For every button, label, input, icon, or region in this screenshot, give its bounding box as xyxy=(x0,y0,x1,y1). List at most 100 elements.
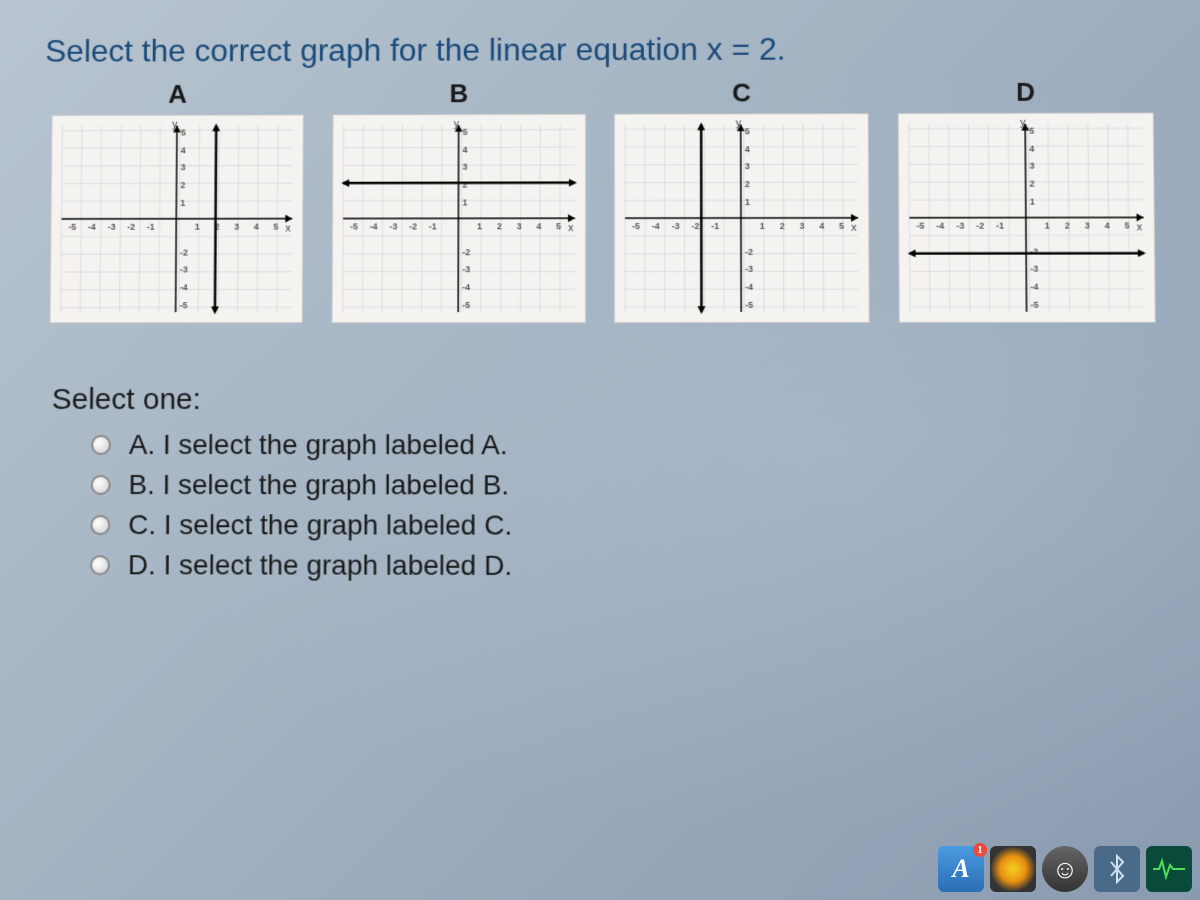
radio-c[interactable] xyxy=(90,515,110,535)
select-one-prompt: Select one: xyxy=(52,383,1164,417)
svg-text:3: 3 xyxy=(180,163,185,173)
svg-text:-1: -1 xyxy=(147,222,155,232)
option-a[interactable]: A. I select the graph labeled A. xyxy=(91,429,1164,462)
svg-text:4: 4 xyxy=(820,221,825,231)
svg-text:-2: -2 xyxy=(127,222,135,232)
svg-text:4: 4 xyxy=(1105,220,1110,230)
svg-text:3: 3 xyxy=(1030,161,1035,171)
app-icon[interactable]: A1 xyxy=(938,846,984,892)
graph-d: yx -5-4-3-2-1 12345 54321 -2-3-4-5 xyxy=(898,112,1156,322)
bluetooth-icon[interactable] xyxy=(1094,846,1140,892)
svg-text:5: 5 xyxy=(462,127,467,137)
svg-text:-5: -5 xyxy=(632,221,640,231)
svg-text:3: 3 xyxy=(800,221,805,231)
option-a-label: A. I select the graph labeled A. xyxy=(129,429,508,461)
svg-text:5: 5 xyxy=(840,221,845,231)
svg-text:1: 1 xyxy=(477,221,482,231)
svg-text:4: 4 xyxy=(181,145,186,155)
svg-text:-5: -5 xyxy=(350,221,358,231)
svg-text:5: 5 xyxy=(745,126,750,136)
plot-line-a xyxy=(215,125,216,312)
svg-text:2: 2 xyxy=(780,221,785,231)
graph-b: yx -5-4-3-2-1 12345 54321 -2-3-4-5 xyxy=(331,114,585,323)
svg-text:-2: -2 xyxy=(692,221,700,231)
face-icon[interactable]: ☺ xyxy=(1042,846,1088,892)
svg-text:2: 2 xyxy=(180,180,185,190)
svg-text:-3: -3 xyxy=(672,221,680,231)
svg-text:-5: -5 xyxy=(1031,300,1039,310)
svg-text:-2: -2 xyxy=(462,247,470,257)
svg-text:-4: -4 xyxy=(369,221,377,231)
y-axis-label: y xyxy=(172,119,178,131)
svg-text:2: 2 xyxy=(745,179,750,189)
option-c[interactable]: C. I select the graph labeled C. xyxy=(90,509,1165,543)
svg-text:5: 5 xyxy=(556,221,561,231)
svg-text:1: 1 xyxy=(745,197,750,207)
svg-text:4: 4 xyxy=(462,144,467,154)
graph-d-container: D yx -5-4-3-2-1 12345 54321 -2-3-4-5 xyxy=(891,77,1163,323)
radio-a[interactable] xyxy=(91,435,111,455)
svg-text:-5: -5 xyxy=(917,221,925,231)
svg-text:5: 5 xyxy=(1029,125,1034,135)
graph-c: yx -5-4-3-2-1 12345 54321 -2-3-4-5 xyxy=(614,113,870,323)
svg-text:-4: -4 xyxy=(936,221,944,231)
svg-text:-3: -3 xyxy=(1030,264,1038,274)
svg-text:1: 1 xyxy=(180,198,185,208)
svg-text:1: 1 xyxy=(462,198,467,208)
svg-text:-1: -1 xyxy=(996,220,1004,230)
svg-text:-3: -3 xyxy=(107,222,115,232)
svg-text:-4: -4 xyxy=(180,283,188,293)
svg-text:2: 2 xyxy=(1065,220,1070,230)
svg-text:-4: -4 xyxy=(462,282,470,292)
svg-text:x: x xyxy=(568,222,574,234)
svg-text:4: 4 xyxy=(745,144,750,154)
svg-text:x: x xyxy=(1137,221,1143,233)
svg-text:y: y xyxy=(1020,117,1026,129)
graph-c-container: C yx -5-4-3-2-1 12345 54321 -2-3-4-5 xyxy=(607,77,876,323)
svg-text:-2: -2 xyxy=(180,247,188,257)
svg-text:-4: -4 xyxy=(88,222,96,232)
svg-text:-2: -2 xyxy=(976,221,984,231)
svg-text:4: 4 xyxy=(254,221,259,231)
svg-text:-5: -5 xyxy=(68,222,76,232)
svg-text:1: 1 xyxy=(760,221,765,231)
svg-text:5: 5 xyxy=(181,127,186,137)
svg-text:1: 1 xyxy=(1030,197,1035,207)
svg-text:4: 4 xyxy=(536,221,541,231)
svg-text:3: 3 xyxy=(516,221,521,231)
svg-text:-3: -3 xyxy=(956,221,964,231)
graphs-row: A y x -5-4-3-2-1 xyxy=(43,77,1163,324)
question-text: Select the correct graph for the linear … xyxy=(45,30,1160,70)
option-b[interactable]: B. I select the graph labeled B. xyxy=(91,469,1165,502)
taskbar: A1 ☺ xyxy=(930,838,1200,900)
activity-icon[interactable] xyxy=(1146,846,1192,892)
svg-text:-1: -1 xyxy=(428,221,436,231)
x-axis-label: x xyxy=(285,222,291,234)
svg-text:4: 4 xyxy=(1029,143,1034,153)
graph-d-label: D xyxy=(891,77,1161,109)
radio-d[interactable] xyxy=(90,555,110,575)
svg-text:1: 1 xyxy=(195,222,200,232)
svg-text:2: 2 xyxy=(1030,179,1035,189)
svg-text:-2: -2 xyxy=(409,221,417,231)
svg-text:2: 2 xyxy=(462,180,467,190)
graph-a-container: A y x -5-4-3-2-1 xyxy=(43,79,311,323)
svg-text:1: 1 xyxy=(1045,220,1050,230)
sun-icon[interactable] xyxy=(990,846,1036,892)
svg-text:-3: -3 xyxy=(180,265,188,275)
svg-text:-4: -4 xyxy=(1030,282,1038,292)
option-b-label: B. I select the graph labeled B. xyxy=(128,469,509,501)
svg-text:-5: -5 xyxy=(179,300,187,310)
svg-text:-2: -2 xyxy=(1030,246,1038,256)
svg-text:y: y xyxy=(736,117,742,129)
graph-b-container: B yx -5-4-3-2-1 12345 54321 -2-3-4-5 xyxy=(324,78,592,323)
svg-text:5: 5 xyxy=(273,221,278,231)
option-d-label: D. I select the graph labeled D. xyxy=(128,549,512,582)
svg-text:5: 5 xyxy=(1125,220,1130,230)
svg-text:-4: -4 xyxy=(652,221,660,231)
option-d[interactable]: D. I select the graph labeled D. xyxy=(90,549,1165,583)
svg-text:-4: -4 xyxy=(745,282,753,292)
radio-b[interactable] xyxy=(91,475,111,495)
graph-b-label: B xyxy=(325,78,592,109)
svg-text:3: 3 xyxy=(234,222,239,232)
